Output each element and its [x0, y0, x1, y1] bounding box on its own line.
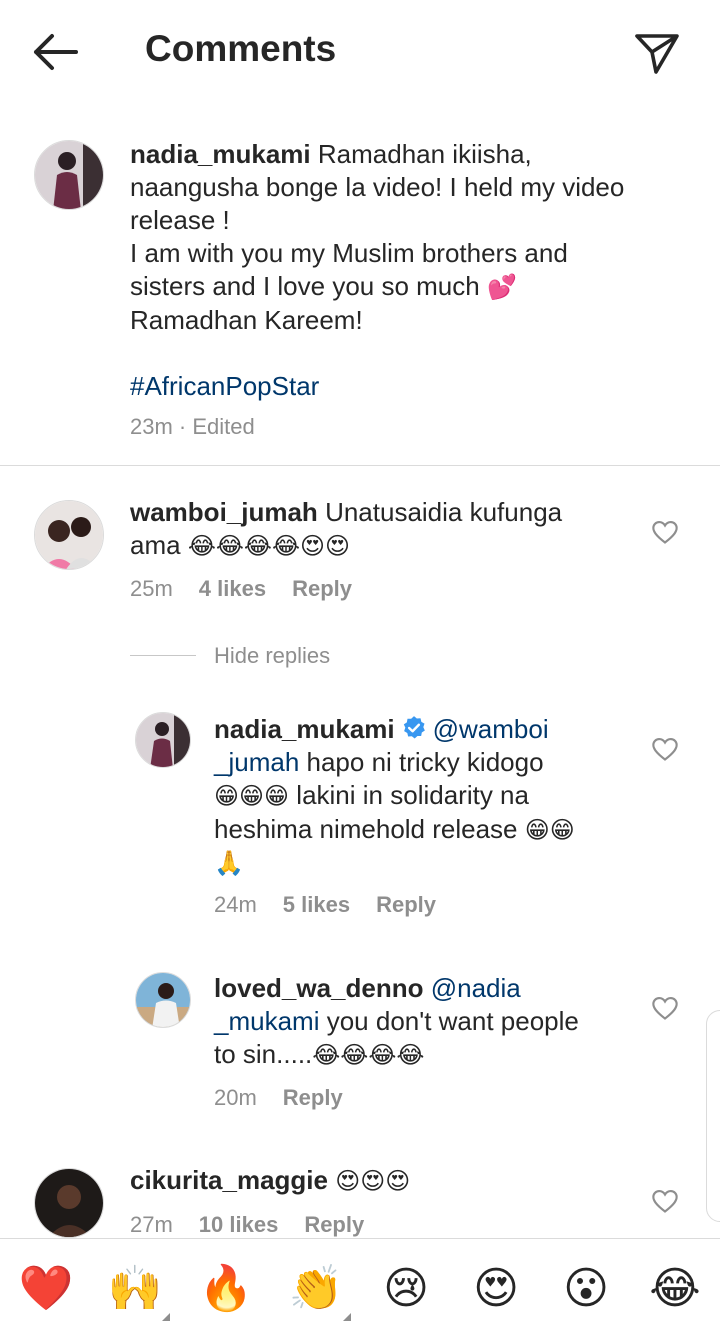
reply-button[interactable]: Reply [283, 1085, 343, 1110]
avatar-nadia-mukami[interactable] [135, 712, 191, 768]
emoji-heart-button[interactable]: ❤️ [16, 1259, 76, 1319]
caption-meta: 23m · Edited [130, 414, 255, 439]
avatar-loved-wa-denno[interactable] [135, 972, 191, 1028]
heart-outline-icon [652, 521, 678, 544]
emoji-heart-eyes-button[interactable]: 😍 [466, 1259, 526, 1319]
emoji-crying-face-button[interactable]: 😢 [376, 1259, 436, 1319]
likes-count[interactable]: 5 likes [283, 892, 350, 917]
like-comment-button[interactable] [651, 518, 679, 546]
folded-hands-emoji: 🙏 [214, 849, 244, 877]
reply-button[interactable]: Reply [304, 1212, 364, 1237]
reply-username[interactable]: nadia_mukami [214, 714, 395, 744]
page-title: Comments [145, 28, 337, 69]
mention-link[interactable]: @wamboi [433, 714, 549, 744]
reply-text: loved_wa_denno @nadia _mukami you don't … [214, 973, 579, 1069]
comment-username[interactable]: cikurita_maggie [130, 1165, 328, 1195]
send-icon [635, 34, 679, 74]
reply-button[interactable]: Reply [292, 576, 352, 601]
hashtag-link[interactable]: #AfricanPopStar [130, 370, 690, 403]
comment-username[interactable]: wamboi_jumah [130, 497, 318, 527]
heart-outline-icon [652, 1190, 678, 1213]
heart-outline-icon [652, 738, 678, 761]
reply-text: nadia_mukami @wamboi _jumah hapo ni trick… [214, 713, 634, 880]
reply-meta: 24m 5 likes Reply [214, 892, 436, 917]
like-reply-button[interactable] [651, 994, 679, 1022]
heart-outline-icon [652, 997, 678, 1020]
replies-divider-line [130, 655, 196, 656]
caption-username[interactable]: nadia_mukami [130, 139, 311, 169]
emoji-clapping-hands-button[interactable]: 👏 [286, 1259, 346, 1319]
comment-meta: 27m 10 likes Reply [130, 1212, 365, 1237]
emoji-surprised-face-button[interactable]: 😮 [556, 1259, 616, 1319]
hide-replies-button[interactable]: Hide replies [214, 643, 330, 669]
likes-count[interactable]: 4 likes [199, 576, 266, 601]
reply-username[interactable]: loved_wa_denno [214, 973, 424, 1003]
mention-link[interactable]: @nadia [431, 973, 521, 1003]
back-button[interactable] [30, 30, 82, 74]
comment-text: cikurita_maggie 😍😍😍 [130, 1165, 411, 1195]
skin-tone-indicator [343, 1313, 351, 1321]
emoji-raised-hands-button[interactable]: 🙌 [105, 1259, 165, 1319]
comment-text: wamboi_jumah Unatusaidia kufunga ama 😂😂😂… [130, 497, 563, 560]
likes-count[interactable]: 10 likes [199, 1212, 279, 1237]
avatar-cikurita-maggie[interactable] [34, 1168, 104, 1238]
share-button[interactable] [632, 28, 682, 76]
emoji-fire-button[interactable]: 🔥 [196, 1259, 256, 1319]
top-bar: Comments [0, 0, 720, 104]
like-comment-button[interactable] [651, 1187, 679, 1215]
avatar-caption-author[interactable] [34, 140, 104, 210]
side-panel-handle[interactable] [706, 1010, 720, 1222]
emoji-tears-of-joy-button[interactable]: 😂 [645, 1259, 705, 1319]
caption-text: nadia_mukami Ramadhan ikiisha, naangusha… [130, 138, 690, 403]
reply-meta: 20m Reply [214, 1085, 343, 1110]
divider [0, 465, 720, 466]
emoji-quick-bar: ❤️ 🙌 🔥 👏 😢 😍 😮 😂 [0, 1238, 720, 1335]
back-arrow-icon [34, 34, 78, 70]
avatar-wamboi-jumah[interactable] [34, 500, 104, 570]
skin-tone-indicator [162, 1313, 170, 1321]
reply-button[interactable]: Reply [376, 892, 436, 917]
verified-badge-icon [403, 716, 425, 739]
like-reply-button[interactable] [651, 735, 679, 763]
emoji-run: 😂😂😂😂😍😍 [187, 532, 351, 560]
two-hearts-emoji: 💕 [486, 273, 517, 301]
comment-meta: 25m 4 likes Reply [130, 576, 352, 601]
